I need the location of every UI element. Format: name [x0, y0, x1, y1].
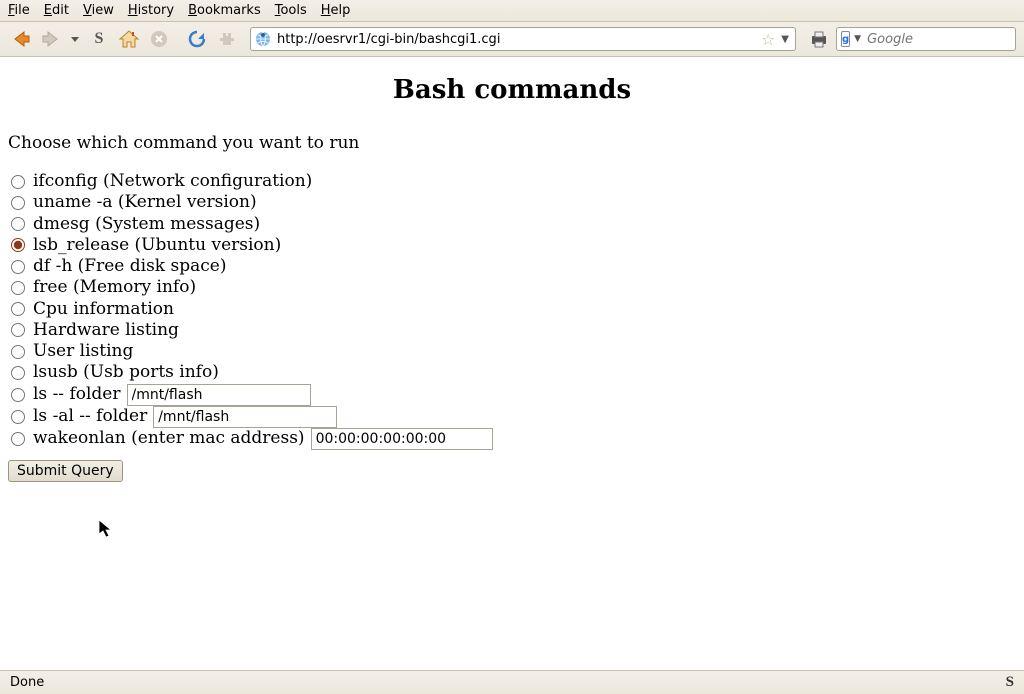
print-button[interactable] [806, 26, 832, 52]
option-label: dmesg (System messages) [33, 214, 260, 235]
status-right-icon[interactable]: S [1006, 674, 1014, 691]
url-dropdown-icon[interactable]: ▼ [779, 34, 791, 45]
option-label: lsusb (Usb ports info) [33, 362, 219, 383]
option-row-ls: ls -- folder [11, 384, 1016, 406]
option-row-df: df -h (Free disk space) [11, 256, 1016, 277]
option-row-uname: uname -a (Kernel version) [11, 192, 1016, 213]
plugin-icon[interactable] [214, 26, 240, 52]
status-text: Done [10, 675, 44, 690]
menu-view[interactable]: View [83, 3, 114, 18]
radio-users[interactable] [11, 345, 25, 359]
toolbar: S ☆ ▼ g ▼ [0, 22, 1024, 57]
radio-df[interactable] [11, 260, 25, 274]
menu-help[interactable]: Help [321, 3, 351, 18]
page-prompt: Choose which command you want to run [8, 133, 1016, 153]
radio-dmesg[interactable] [11, 217, 25, 231]
radio-lsal[interactable] [11, 410, 25, 424]
forward-button[interactable] [38, 26, 64, 52]
page-content: Bash commands Choose which command you w… [0, 57, 1024, 670]
option-label: wakeonlan (enter mac address) [33, 428, 305, 449]
option-label: uname -a (Kernel version) [33, 192, 257, 213]
option-label: free (Memory info) [33, 277, 196, 298]
radio-lsusb[interactable] [11, 366, 25, 380]
menu-file[interactable]: File [8, 3, 30, 18]
mouse-cursor-icon [98, 519, 114, 539]
submit-button[interactable]: Submit Query [8, 460, 123, 482]
menubar: File Edit View History Bookmarks Tools H… [0, 0, 1024, 22]
option-input-ls[interactable] [127, 384, 311, 406]
site-favicon [255, 31, 271, 47]
menu-history[interactable]: History [128, 3, 174, 18]
option-label: ls -- folder [33, 384, 121, 405]
option-row-users: User listing [11, 341, 1016, 362]
option-label: ls -al -- folder [33, 406, 147, 427]
option-label: df -h (Free disk space) [33, 256, 226, 277]
search-engine-dropdown-icon[interactable]: ▼ [854, 34, 861, 44]
option-row-lsusb: lsusb (Usb ports info) [11, 362, 1016, 383]
stop-button[interactable] [146, 26, 172, 52]
radio-lsb[interactable] [11, 238, 25, 252]
menu-edit[interactable]: Edit [44, 3, 69, 18]
url-bar[interactable]: ☆ ▼ [250, 27, 796, 51]
option-row-wol: wakeonlan (enter mac address) [11, 428, 1016, 450]
nav-history-dropdown[interactable] [68, 26, 82, 52]
bookmark-star-icon[interactable]: ☆ [761, 30, 775, 49]
search-box[interactable]: g ▼ [836, 27, 1016, 51]
radio-cpu[interactable] [11, 302, 25, 316]
stop-s-icon[interactable]: S [86, 26, 112, 52]
option-row-cpu: Cpu information [11, 299, 1016, 320]
option-input-wol[interactable] [311, 428, 493, 450]
option-label: Cpu information [33, 299, 174, 320]
status-bar: Done S [0, 670, 1024, 694]
option-label: User listing [33, 341, 133, 362]
option-label: Hardware listing [33, 320, 179, 341]
back-button[interactable] [8, 26, 34, 52]
radio-free[interactable] [11, 281, 25, 295]
page-title: Bash commands [8, 75, 1016, 105]
home-button[interactable] [116, 26, 142, 52]
option-label: lsb_release (Ubuntu version) [33, 235, 281, 256]
menu-bookmarks[interactable]: Bookmarks [188, 3, 261, 18]
option-label: ifconfig (Network configuration) [33, 171, 312, 192]
option-row-hw: Hardware listing [11, 320, 1016, 341]
google-engine-icon[interactable]: g [841, 31, 850, 47]
radio-ls[interactable] [11, 388, 25, 402]
options-group: ifconfig (Network configuration)uname -a… [11, 171, 1016, 450]
reload-button[interactable] [184, 26, 210, 52]
radio-uname[interactable] [11, 196, 25, 210]
option-row-lsb: lsb_release (Ubuntu version) [11, 235, 1016, 256]
radio-wol[interactable] [11, 432, 25, 446]
option-input-lsal[interactable] [153, 406, 337, 428]
option-row-dmesg: dmesg (System messages) [11, 214, 1016, 235]
search-input[interactable] [865, 31, 1024, 48]
radio-ifconfig[interactable] [11, 175, 25, 189]
radio-hw[interactable] [11, 323, 25, 337]
option-row-lsal: ls -al -- folder [11, 406, 1016, 428]
url-input[interactable] [275, 31, 757, 48]
option-row-free: free (Memory info) [11, 277, 1016, 298]
option-row-ifconfig: ifconfig (Network configuration) [11, 171, 1016, 192]
menu-tools[interactable]: Tools [275, 3, 307, 18]
